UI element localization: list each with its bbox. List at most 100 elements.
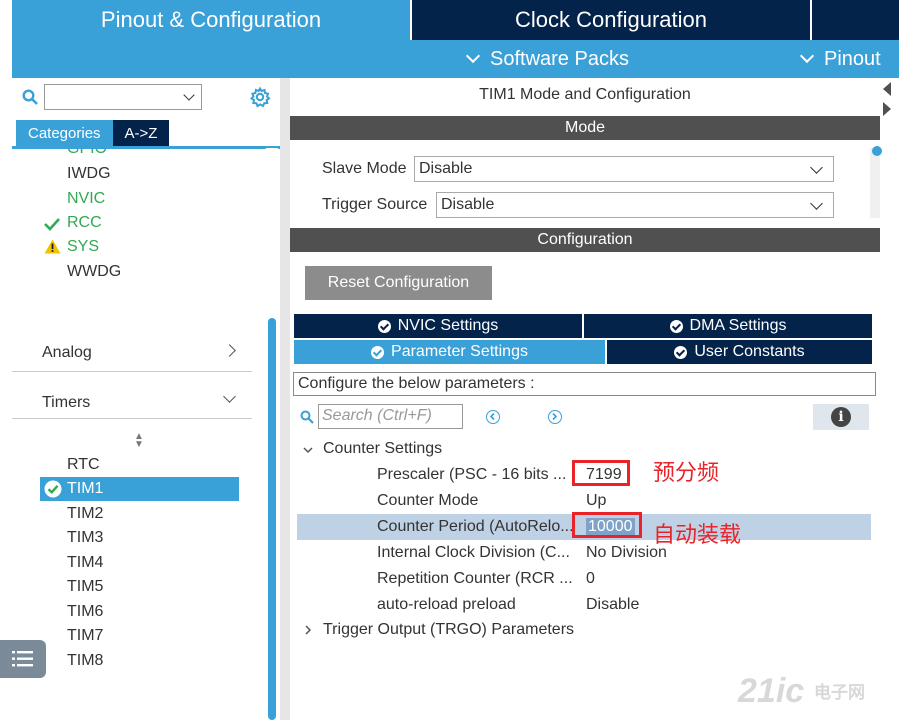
sidebar-item-tim4[interactable]: TIM4 [67,554,103,572]
counter-settings-group[interactable]: Counter Settings [323,440,442,458]
sort-icon[interactable]: ▲ ▼ [134,432,144,450]
search-previous-button[interactable] [486,410,500,424]
param-value[interactable]: Up [586,492,606,510]
check-circle-icon [44,480,62,498]
search-icon[interactable] [22,89,38,105]
period-annotation: 自动装载 [653,522,742,547]
tab-parameter-settings[interactable]: Parameter Settings [294,340,605,364]
sidebar-item-tim5[interactable]: TIM5 [67,578,103,596]
sidebar-item-gpio[interactable]: GPIO [67,149,107,157]
info-icon: i [831,407,851,427]
tab-categories[interactable]: Categories [16,120,113,146]
chevron-right-icon[interactable] [223,344,236,357]
sidebar-item-tim1-label: TIM1 [67,480,104,497]
chevron-right-icon [552,412,558,421]
warning-icon [44,239,61,254]
tab-pinout-configuration[interactable]: Pinout & Configuration [12,0,410,40]
check-circle-icon [371,345,385,359]
checkmark-icon [44,218,60,231]
sidebar-item-tim6[interactable]: TIM6 [67,603,103,621]
param-row-auto-reload-preload[interactable]: auto-reload preload Disable [290,592,880,618]
sidebar-search-select[interactable] [44,84,202,110]
sidebar-item-rtc[interactable]: RTC [67,456,100,474]
param-name: Prescaler (PSC - 16 bits ... [377,466,567,483]
tab-nvic-settings[interactable]: NVIC Settings [294,314,582,338]
watermark-brand: 21ic [738,672,805,710]
collapse-arrows-icon[interactable] [882,80,892,120]
sidebar-item-tim7[interactable]: TIM7 [67,627,103,645]
chevron-down-icon [183,89,195,101]
panel-title: TIM1 Mode and Configuration [479,86,691,103]
slave-mode-value: Disable [419,160,473,177]
param-value[interactable]: 0 [586,570,595,588]
sidebar-item-tim2[interactable]: TIM2 [67,505,103,523]
tab-user-constants[interactable]: User Constants [607,340,872,364]
configure-instruction: Configure the below parameters : [293,372,876,396]
floating-menu-button[interactable] [0,640,46,678]
sidebar-scrollbar-thumb[interactable] [268,318,276,720]
gear-icon[interactable] [249,86,271,108]
slave-mode-select[interactable]: Disable [414,156,834,182]
slave-mode-label: Slave Mode [322,160,407,177]
pinout-menu[interactable]: Pinout [799,40,881,78]
sidebar-search-row [12,78,280,118]
search-icon [300,410,314,424]
trigger-source-select[interactable]: Disable [436,192,834,218]
mode-header-label: Mode [564,119,606,136]
sidebar-item-iwdg[interactable]: IWDG [67,165,111,183]
mode-scrollbar[interactable] [870,148,880,218]
check-circle-icon [674,345,688,359]
param-name: Counter Mode [377,492,479,509]
sidebar-item-tim8[interactable]: TIM8 [67,652,103,670]
param-row-clock-division[interactable]: Internal Clock Division (C... No Divisio… [290,540,880,566]
sidebar-item-nvic[interactable]: NVIC [67,190,105,208]
tab-clock-configuration[interactable]: Clock Configuration [412,0,810,40]
reset-configuration-button[interactable]: Reset Configuration [305,266,492,300]
tab-a-to-z[interactable]: A->Z [112,120,170,146]
tab-dma-settings-label: DMA Settings [689,317,787,334]
param-value[interactable]: Disable [586,596,639,614]
categories-sidebar: Categories A->Z GPIO IWDG NVIC RCC SYS W… [12,78,280,720]
tab-dma-settings[interactable]: DMA Settings [584,314,872,338]
sidebar-tabs: Categories A->Z [16,120,170,146]
prescaler-highlight-box [572,460,630,486]
clipped-item-container: GPIO [12,149,262,157]
configuration-header: Configuration [290,228,880,252]
sidebar-item-sys[interactable]: SYS [67,238,99,256]
tab-user-constants-label: User Constants [694,343,805,360]
trigger-output-group[interactable]: Trigger Output (TRGO) Parameters [323,621,574,639]
section-analog[interactable]: Analog [42,344,92,362]
mode-scrollbar-thumb[interactable] [872,146,882,156]
tab-clock-configuration-label: Clock Configuration [515,7,707,32]
chevron-down-icon[interactable] [302,444,314,456]
check-circle-icon [669,319,683,333]
mode-section: Slave Mode Disable Trigger Source Disabl… [290,142,880,218]
chevron-down-icon[interactable] [223,390,236,403]
tab-next[interactable] [812,0,899,40]
pinout-menu-label: Pinout [824,47,881,70]
divider [12,418,252,419]
search-next-button[interactable] [548,410,562,424]
check-circle-icon [377,319,391,333]
param-name: Internal Clock Division (C... [377,544,570,561]
chevron-down-icon [810,161,823,174]
param-row-counter-mode[interactable]: Counter Mode Up [290,488,880,514]
tab-categories-label: Categories [28,124,101,142]
list-menu-icon [12,651,33,667]
tab-nvic-settings-label: NVIC Settings [397,317,499,334]
param-row-repetition-counter[interactable]: Repetition Counter (RCR ... 0 [290,566,880,592]
info-button[interactable]: i [813,404,869,430]
watermark-cn: 电子网 [814,683,865,702]
sidebar-item-tim3[interactable]: TIM3 [67,529,103,547]
trigger-source-label: Trigger Source [322,196,428,213]
software-packs-menu[interactable]: Software Packs [465,40,629,78]
chevron-right-icon[interactable] [302,624,314,636]
chevron-down-icon [465,48,481,64]
sidebar-item-rcc[interactable]: RCC [67,214,102,232]
panel-splitter[interactable] [280,78,290,720]
section-timers[interactable]: Timers [42,394,90,412]
param-name: Counter Period (AutoRelo... [377,518,574,535]
chevron-left-icon [489,412,495,421]
parameter-search-input[interactable]: Search (Ctrl+F) [318,404,463,429]
sidebar-item-wwdg[interactable]: WWDG [67,263,121,281]
